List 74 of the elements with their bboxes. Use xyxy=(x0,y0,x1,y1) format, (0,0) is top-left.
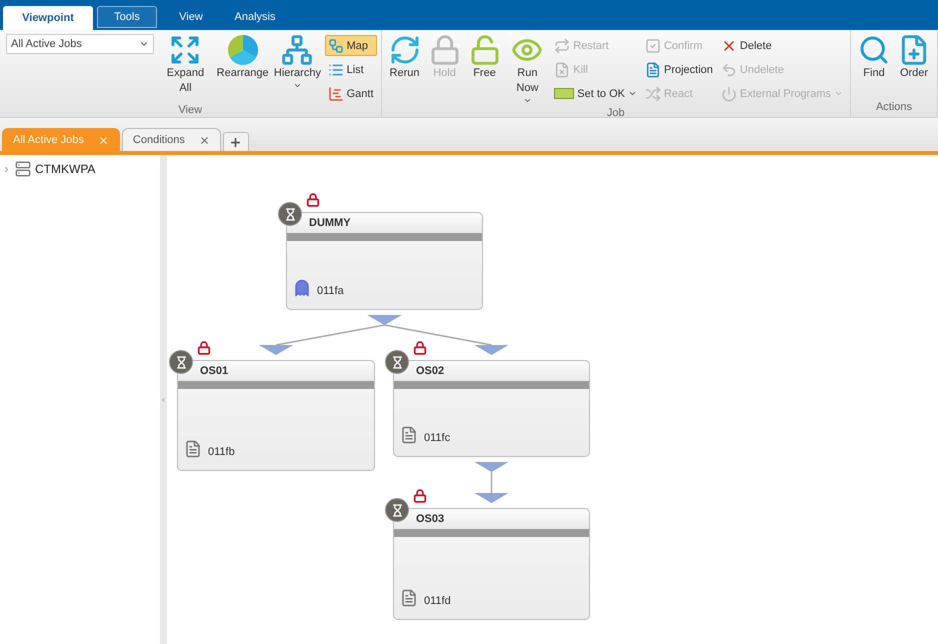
hourglass-icon xyxy=(385,498,409,522)
document-icon xyxy=(400,426,418,444)
document-icon xyxy=(184,440,202,458)
job-name: OS03 xyxy=(416,513,444,525)
hierarchy-icon xyxy=(281,34,314,66)
job-id: 011fd xyxy=(424,595,451,607)
group-label: Job xyxy=(606,107,626,119)
menu-tab[interactable]: View xyxy=(161,6,221,28)
job-id: 011fb xyxy=(208,446,235,458)
dropdown-icon xyxy=(628,89,637,98)
server-icon xyxy=(15,161,31,177)
job-node[interactable]: OS02 011fc xyxy=(393,360,590,457)
ribbon-button[interactable]: Rearrange xyxy=(215,32,270,104)
ribbon-button[interactable]: Delete xyxy=(718,35,846,56)
ribbon-button[interactable]: List xyxy=(324,59,376,80)
close-icon[interactable] xyxy=(198,134,210,146)
group-label: View xyxy=(177,104,204,117)
document-tab[interactable]: Conditions xyxy=(122,128,221,151)
ribbon-button[interactable]: Free xyxy=(466,32,504,107)
ribbon-button[interactable]: Gantt xyxy=(324,83,376,104)
job-id: 011fc xyxy=(424,432,450,444)
ribbon-button[interactable]: Expand All xyxy=(158,32,214,104)
lock-icon xyxy=(428,34,461,66)
ribbon-button[interactable]: Order xyxy=(895,32,933,101)
collapse-handle-icon[interactable] xyxy=(160,396,167,404)
expander-icon[interactable] xyxy=(2,164,11,174)
job-node[interactable]: OS01 011fb xyxy=(177,360,375,471)
document-icon xyxy=(644,62,661,78)
menu-tab[interactable]: Tools xyxy=(97,6,157,28)
dropdown-icon xyxy=(292,81,302,90)
tree-item[interactable]: CTMKWPA xyxy=(35,162,96,176)
refresh-icon xyxy=(388,34,421,66)
connector-arrow xyxy=(474,462,508,503)
add-tab-button[interactable] xyxy=(222,132,249,151)
job-id: 011fa xyxy=(317,285,344,297)
flowchart-icon xyxy=(328,38,344,54)
ribbon-button[interactable]: Find xyxy=(855,32,893,101)
close-icon[interactable] xyxy=(98,134,109,146)
viewpoint-select[interactable]: All Active Jobs xyxy=(6,34,154,54)
undo-icon xyxy=(720,62,737,78)
job-node[interactable]: DUMMY 011fa xyxy=(286,212,483,310)
ribbon-button[interactable]: Rerun xyxy=(386,32,424,107)
search-icon xyxy=(858,34,890,66)
list-icon xyxy=(328,62,344,78)
unlock-icon xyxy=(468,34,501,66)
dropdown-icon xyxy=(834,89,843,98)
ribbon-button[interactable]: Map xyxy=(324,35,376,56)
group-label: Actions xyxy=(874,101,914,115)
ribbon-button[interactable]: Run Now xyxy=(506,32,550,107)
pie-icon xyxy=(226,34,259,66)
menu-tab[interactable]: Analysis xyxy=(225,6,285,28)
job-name: OS01 xyxy=(200,365,228,377)
ghost-icon xyxy=(293,279,311,297)
expand-icon xyxy=(169,34,202,66)
checkbox-icon xyxy=(644,38,661,54)
ribbon-button[interactable]: Hierarchy xyxy=(272,32,323,104)
shuffle-icon xyxy=(644,86,661,102)
hourglass-icon xyxy=(385,350,409,374)
gantt-icon xyxy=(328,86,344,102)
job-node[interactable]: OS03 011fd xyxy=(393,508,590,620)
ok-icon xyxy=(554,88,574,99)
hourglass-icon xyxy=(169,350,193,374)
ribbon-button[interactable]: Projection xyxy=(642,59,716,80)
document-icon xyxy=(400,589,418,607)
menu-tab[interactable]: Viewpoint xyxy=(3,6,93,30)
ribbon-button[interactable]: Set to OK xyxy=(551,83,640,104)
power-icon xyxy=(720,86,737,102)
job-name: OS02 xyxy=(416,365,444,377)
hourglass-icon xyxy=(278,202,302,226)
plus-icon xyxy=(229,136,242,148)
job-name: DUMMY xyxy=(309,217,351,229)
dropdown-icon xyxy=(522,96,532,105)
file-x-icon xyxy=(554,62,570,78)
repeat-icon xyxy=(554,38,570,54)
